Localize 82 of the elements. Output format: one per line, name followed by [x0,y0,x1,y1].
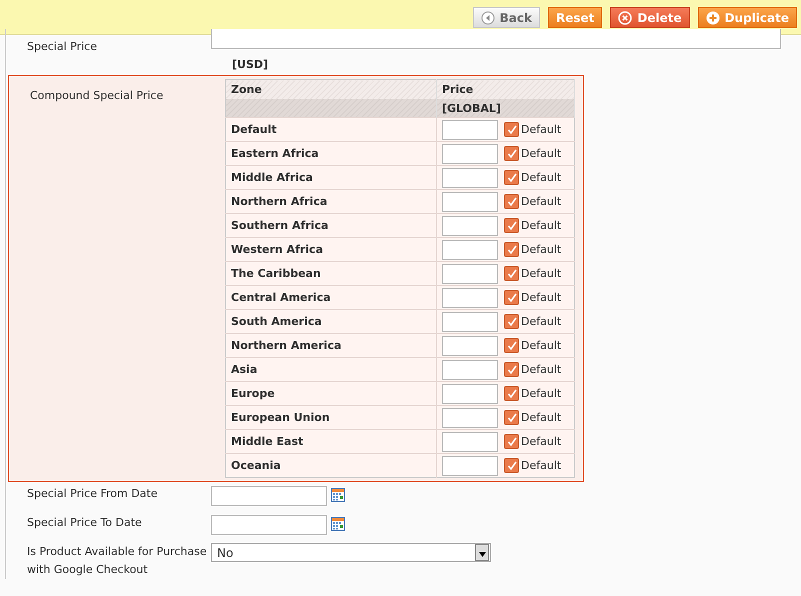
price-input[interactable] [442,264,498,284]
date-field[interactable] [211,486,327,506]
default-label: Default [521,123,562,136]
checkbox[interactable] [504,314,519,329]
field-label: Is Product Available for Purchase with Google Checkout [26,544,208,578]
price-input[interactable] [442,240,498,260]
field-label: Special Price [26,39,98,55]
back-button[interactable]: Back [472,7,540,28]
default-label: Default [521,459,562,472]
default-label: Default [521,411,562,424]
column-header: Zone [226,80,436,99]
default-label: Default [521,435,562,448]
checkbox[interactable] [504,242,519,257]
checkbox[interactable] [504,290,519,305]
field-label: Special Price From Date [26,486,159,502]
price-input[interactable] [442,192,498,212]
price-input[interactable] [442,168,498,188]
default-label: Default [521,147,562,160]
checkbox[interactable] [504,386,519,401]
price-input[interactable] [442,336,498,356]
add-button[interactable]: Duplicate [698,7,797,28]
price-input[interactable] [442,456,498,476]
scope-label: [GLOBAL] [436,99,574,118]
price-field[interactable] [211,29,781,49]
checkbox[interactable] [504,266,519,281]
zone-name: Southern Africa [226,214,436,238]
checkbox[interactable] [504,434,519,449]
calendar-icon[interactable] [331,517,345,531]
price-input[interactable] [442,288,498,308]
zone-name: Default [226,118,436,142]
select-field[interactable]: No [211,543,491,562]
default-label: Default [521,267,562,280]
checkbox[interactable] [504,122,519,137]
column-header: Price [436,80,574,99]
default-label: Default [521,363,562,376]
plus-icon [706,10,720,24]
zone-name: Western Africa [226,238,436,262]
price-input[interactable] [442,144,498,164]
zone-name: South America [226,310,436,334]
zone-name: Oceania [226,454,436,478]
default-label: Default [521,339,562,352]
delete-button[interactable]: Delete [610,7,690,28]
zone-name: European Union [226,406,436,430]
checkbox[interactable] [504,362,519,377]
checkbox[interactable] [504,458,519,473]
currency-label: [USD] [232,58,270,71]
zone-name: Central America [226,286,436,310]
date-field[interactable] [211,515,327,535]
zone-name: Northern Africa [226,190,436,214]
zone-name: Asia [226,358,436,382]
default-label: Default [521,315,562,328]
checkbox[interactable] [504,170,519,185]
back-icon [480,10,495,24]
zone-name: Northern America [226,334,436,358]
checkbox[interactable] [504,194,519,209]
price-input[interactable] [442,216,498,236]
zone-name: Europe [226,382,436,406]
price-input[interactable] [442,408,498,428]
zone-name: Eastern Africa [226,142,436,166]
checkbox[interactable] [504,410,519,425]
price-input[interactable] [442,120,498,140]
price-input[interactable] [442,360,498,380]
field-label: Special Price To Date [26,515,143,531]
checkbox[interactable] [504,218,519,233]
checkbox[interactable] [504,338,519,353]
default-label: Default [521,195,562,208]
default-label: Default [521,243,562,256]
price-input[interactable] [442,384,498,404]
default-label: Default [521,171,562,184]
price-input[interactable] [442,432,498,452]
plain-button[interactable]: Reset [548,7,602,28]
close-icon [618,10,632,24]
field-label: Compound Special Price [29,88,164,104]
default-label: Default [521,387,562,400]
checkbox[interactable] [504,146,519,161]
price-input[interactable] [442,312,498,332]
default-label: Default [521,219,562,232]
zone-name: Middle East [226,430,436,454]
zone-name: The Caribbean [226,262,436,286]
default-label: Default [521,291,562,304]
calendar-icon[interactable] [331,488,345,502]
zone-name: Middle Africa [226,166,436,190]
